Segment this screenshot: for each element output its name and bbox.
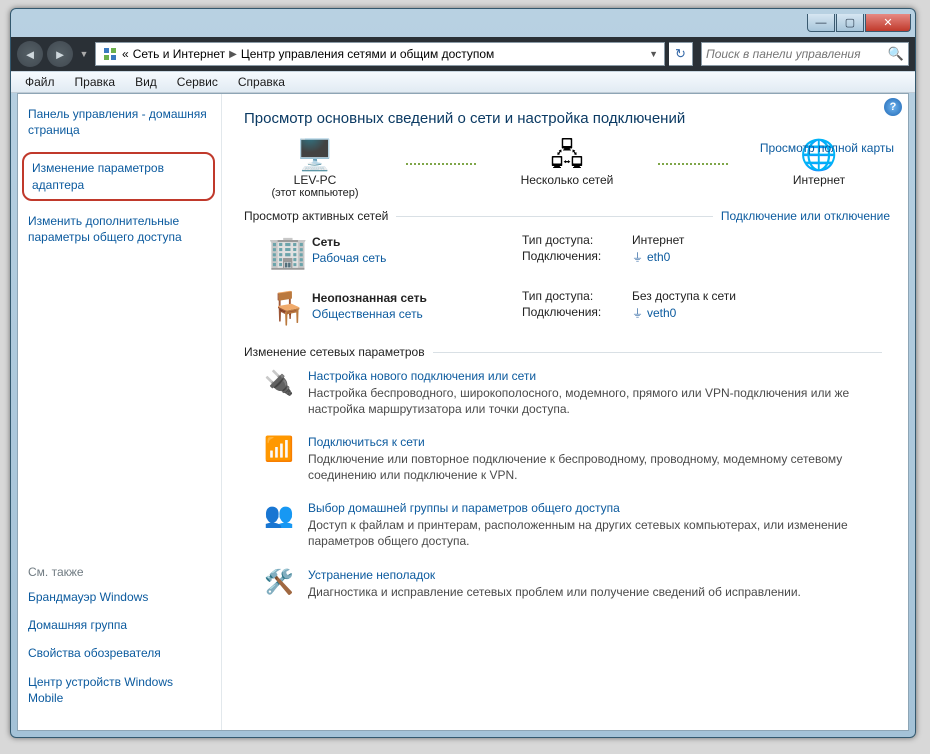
client-area: ? Панель управления - домашняя страница … (17, 93, 909, 731)
access-type-value: Без доступа к сети (632, 289, 736, 303)
option-desc: Подключение или повторное подключение к … (308, 452, 890, 483)
sidebar-windows-mobile-link[interactable]: Центр устройств Windows Mobile (28, 674, 211, 706)
sidebar-internet-options-link[interactable]: Свойства обозревателя (28, 645, 211, 661)
full-map-link[interactable]: Просмотр полной карты (760, 141, 894, 155)
menubar: Файл Правка Вид Сервис Справка (11, 71, 915, 93)
adapter-icon: ⏚ (632, 308, 643, 320)
active-networks-label: Просмотр активных сетей (244, 209, 388, 223)
window-buttons: — ▢ ✕ (807, 14, 911, 32)
search-input[interactable] (706, 47, 888, 61)
network-center-icon (101, 45, 119, 63)
window-frame: — ▢ ✕ ◄ ► ▼ « Сеть и Интернет ▶ Центр уп… (10, 8, 916, 738)
menu-help[interactable]: Справка (228, 73, 295, 91)
address-dropdown-icon[interactable]: ▼ (645, 49, 662, 59)
map-connection-line (406, 163, 476, 165)
close-button[interactable]: ✕ (865, 14, 911, 32)
menu-file[interactable]: Файл (15, 73, 65, 91)
options-list: 🔌 Настройка нового подключения или сети … (244, 369, 890, 600)
search-box[interactable]: 🔍 (701, 42, 909, 66)
main-content: Просмотр основных сведений о сети и наст… (222, 94, 908, 730)
network-type-link[interactable]: Рабочая сеть (312, 251, 522, 265)
connections-label: Подключения: (522, 305, 632, 321)
option-title[interactable]: Выбор домашней группы и параметров общег… (308, 501, 890, 515)
network-name: Неопознанная сеть (312, 291, 522, 305)
history-dropdown[interactable]: ▼ (77, 43, 91, 65)
connect-network-icon: 📶 (264, 435, 294, 483)
option-title[interactable]: Устранение неполадок (308, 568, 890, 582)
network-map: Просмотр полной карты 🖥️ LEV-PC (этот ко… (244, 141, 890, 199)
access-type-label: Тип доступа: (522, 289, 632, 303)
option-desc: Диагностика и исправление сетевых пробле… (308, 585, 890, 601)
sidebar-home-link[interactable]: Панель управления - домашняя страница (28, 106, 211, 138)
connection-link[interactable]: veth0 (647, 306, 676, 320)
connection-link[interactable]: eth0 (647, 250, 670, 264)
forward-button[interactable]: ► (47, 41, 73, 67)
navigation-bar: ◄ ► ▼ « Сеть и Интернет ▶ Центр управлен… (11, 37, 915, 71)
option-title[interactable]: Подключиться к сети (308, 435, 890, 449)
menu-view[interactable]: Вид (125, 73, 167, 91)
map-internet-label: Интернет (754, 173, 884, 187)
map-connection-line (658, 163, 728, 165)
option-title[interactable]: Настройка нового подключения или сети (308, 369, 890, 383)
sidebar-homegroup-link[interactable]: Домашняя группа (28, 617, 211, 633)
network-entry: 🪑 Неопознанная сеть Общественная сеть Ти… (244, 289, 890, 327)
connect-disconnect-link[interactable]: Подключение или отключение (721, 209, 890, 223)
sidebar: Панель управления - домашняя страница Из… (18, 94, 222, 730)
network-entry: 🏢 Сеть Рабочая сеть Тип доступа:Интернет… (244, 233, 890, 271)
map-networks-label: Несколько сетей (502, 173, 632, 187)
network-name: Сеть (312, 235, 522, 249)
sidebar-firewall-link[interactable]: Брандмауэр Windows (28, 589, 211, 605)
network-type-link[interactable]: Общественная сеть (312, 307, 522, 321)
address-bar[interactable]: « Сеть и Интернет ▶ Центр управления сет… (95, 42, 665, 66)
breadcrumb-sep-icon[interactable]: ▶ (225, 49, 241, 60)
connections-label: Подключения: (522, 249, 632, 265)
option-connect-network[interactable]: 📶 Подключиться к сети Подключение или по… (264, 435, 890, 483)
titlebar: — ▢ ✕ (11, 9, 915, 37)
maximize-button[interactable]: ▢ (836, 14, 864, 32)
menu-service[interactable]: Сервис (167, 73, 228, 91)
breadcrumb-seg-center[interactable]: Центр управления сетями и общим доступом (241, 47, 495, 61)
networks-icon: 🖧 (502, 141, 632, 171)
option-troubleshoot[interactable]: 🛠️ Устранение неполадок Диагностика и ис… (264, 568, 890, 601)
computer-icon: 🖥️ (250, 141, 380, 171)
option-new-connection[interactable]: 🔌 Настройка нового подключения или сети … (264, 369, 890, 417)
map-pc-sublabel: (этот компьютер) (250, 187, 380, 199)
access-type-value: Интернет (632, 233, 684, 247)
sidebar-sharing-settings-link[interactable]: Изменить дополнительные параметры общего… (28, 213, 211, 245)
access-type-label: Тип доступа: (522, 233, 632, 247)
minimize-button[interactable]: — (807, 14, 835, 32)
option-homegroup[interactable]: 👥 Выбор домашней группы и параметров общ… (264, 501, 890, 549)
map-pc-label: LEV-PC (250, 173, 380, 187)
page-title: Просмотр основных сведений о сети и наст… (244, 110, 890, 127)
adapter-icon: ⏚ (632, 252, 643, 264)
homegroup-icon: 👥 (264, 501, 294, 549)
menu-edit[interactable]: Правка (65, 73, 126, 91)
option-desc: Настройка беспроводного, широкополосного… (308, 386, 890, 417)
sidebar-adapter-settings-link[interactable]: Изменение параметров адаптера (22, 152, 215, 200)
map-node-networks[interactable]: 🖧 Несколько сетей (502, 141, 632, 187)
work-network-icon: 🏢 (264, 233, 312, 271)
change-settings-label: Изменение сетевых параметров (244, 345, 425, 359)
search-icon[interactable]: 🔍 (888, 46, 904, 62)
change-settings-header: Изменение сетевых параметров (244, 345, 890, 359)
map-node-pc[interactable]: 🖥️ LEV-PC (этот компьютер) (250, 141, 380, 199)
troubleshoot-icon: 🛠️ (264, 568, 294, 601)
back-button[interactable]: ◄ (17, 41, 43, 67)
sidebar-see-also-label: См. также (28, 565, 211, 579)
new-connection-icon: 🔌 (264, 369, 294, 417)
breadcrumb-seg-network[interactable]: Сеть и Интернет (129, 47, 225, 61)
option-desc: Доступ к файлам и принтерам, расположенн… (308, 518, 890, 549)
refresh-button[interactable]: ↻ (669, 42, 693, 66)
public-network-icon: 🪑 (264, 289, 312, 327)
active-networks-header: Просмотр активных сетей Подключение или … (244, 209, 890, 223)
breadcrumb-prefix: « (122, 47, 129, 61)
